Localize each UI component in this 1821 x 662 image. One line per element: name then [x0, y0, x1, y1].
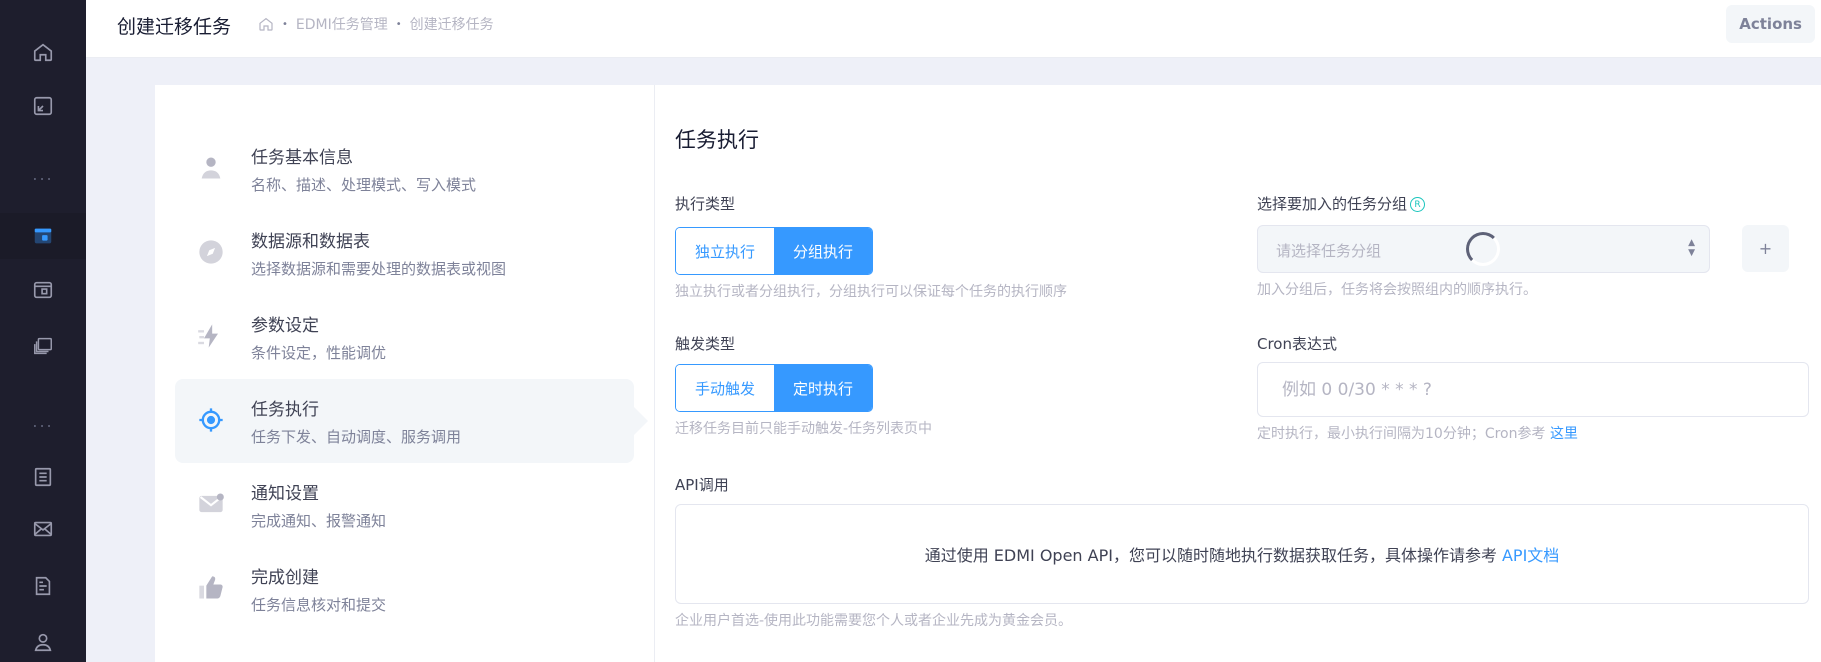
- step-title: 通知设置: [251, 484, 319, 504]
- add-group-button[interactable]: +: [1742, 225, 1789, 272]
- step-task-execution[interactable]: 任务执行 任务下发、自动调度、服务调用: [175, 379, 648, 463]
- breadcrumb-item-create-task: 创建迁移任务: [409, 17, 494, 33]
- rail-separator-dots: ...: [32, 412, 54, 431]
- trigger-manual-button[interactable]: 手动触发: [676, 365, 774, 411]
- trigger-scheduled-button[interactable]: 定时执行: [774, 365, 872, 411]
- step-description: 条件设定，性能调优: [251, 344, 387, 362]
- api-description: 通过使用 EDMI Open API，您可以随时随地执行数据获取任务，具体操作请…: [924, 546, 1497, 565]
- layers-icon[interactable]: [0, 323, 86, 369]
- exec-type-label: 执行类型: [675, 195, 736, 213]
- trigger-type-toggle: 手动触发 定时执行: [675, 364, 873, 412]
- api-info-box: 通过使用 EDMI Open API，您可以随时随地执行数据获取任务，具体操作请…: [675, 504, 1809, 604]
- step-parameters[interactable]: 参数设定 条件设定，性能调优: [175, 295, 634, 379]
- rail-separator-dots: ...: [32, 165, 54, 184]
- home-icon[interactable]: [0, 29, 86, 75]
- layout-icon[interactable]: [0, 267, 86, 313]
- thumbs-up-icon: [196, 573, 226, 603]
- group-hint: 加入分组后，任务将会按照组内的顺序执行。: [1257, 282, 1537, 298]
- icon-rail: ... ...: [0, 0, 86, 662]
- info-icon[interactable]: R: [1410, 197, 1426, 212]
- step-complete[interactable]: 完成创建 任务信息核对和提交: [175, 547, 634, 631]
- exec-group-button[interactable]: 分组执行: [774, 228, 872, 274]
- group-label-text: 选择要加入的任务分组: [1257, 195, 1408, 213]
- wizard-steps: 任务基本信息 名称、描述、处理模式、写入模式 数据源和数据表 选择数据源和需要处…: [175, 127, 648, 631]
- cron-reference-link[interactable]: 这里: [1550, 426, 1578, 442]
- layout-icon[interactable]: [0, 213, 86, 259]
- group-select-placeholder: 请选择任务分组: [1276, 242, 1382, 260]
- cron-hint-text: 定时执行，最小执行间隔为10分钟；Cron参考: [1257, 426, 1546, 442]
- exec-type-toggle: 独立执行 分组执行: [675, 227, 873, 275]
- list-icon[interactable]: [0, 454, 86, 500]
- compass-icon: [196, 237, 226, 267]
- frame-icon[interactable]: [0, 83, 86, 129]
- select-arrows-icon: ▲ ▼: [1688, 238, 1695, 258]
- breadcrumb: • EDMI任务管理 • 创建迁移任务: [258, 14, 494, 34]
- group-label: 选择要加入的任务分组 R: [1257, 193, 1426, 214]
- file-icon[interactable]: [0, 563, 86, 609]
- loading-spinner-icon: [1466, 232, 1500, 266]
- step-description: 任务下发、自动调度、服务调用: [251, 428, 462, 446]
- breadcrumb-separator: •: [282, 18, 288, 30]
- vertical-divider: [654, 85, 655, 662]
- api-docs-link[interactable]: API文档: [1502, 542, 1559, 566]
- trigger-type-hint: 迁移任务目前只能手动触发-任务列表页中: [675, 421, 933, 437]
- step-title: 任务执行: [251, 400, 319, 420]
- cron-hint: 定时执行，最小执行间隔为10分钟；Cron参考 这里: [1257, 423, 1578, 443]
- step-title: 任务基本信息: [251, 148, 353, 168]
- cron-input[interactable]: [1257, 362, 1809, 417]
- step-datasource[interactable]: 数据源和数据表 选择数据源和需要处理的数据表或视图: [175, 211, 634, 295]
- exec-independent-button[interactable]: 独立执行: [676, 228, 774, 274]
- step-description: 完成通知、报警通知: [251, 512, 387, 530]
- step-description: 名称、描述、处理模式、写入模式: [251, 176, 477, 194]
- step-description: 任务信息核对和提交: [251, 596, 387, 614]
- user-icon: [196, 153, 226, 183]
- step-title: 完成创建: [251, 568, 319, 588]
- breadcrumb-separator: •: [395, 18, 402, 30]
- thunder-icon: [196, 321, 226, 351]
- step-notifications[interactable]: 通知设置 完成通知、报警通知: [175, 463, 634, 547]
- step-description: 选择数据源和需要处理的数据表或视图: [251, 260, 507, 278]
- user-icon[interactable]: [0, 619, 86, 662]
- mail-icon[interactable]: [0, 506, 86, 552]
- step-title: 数据源和数据表: [251, 232, 370, 252]
- cron-label: Cron表达式: [1257, 335, 1337, 353]
- top-header: 创建迁移任务 • EDMI任务管理 • 创建迁移任务 Actions: [86, 0, 1821, 58]
- target-icon: [196, 405, 226, 435]
- page-title: 创建迁移任务: [117, 16, 232, 38]
- trigger-type-label: 触发类型: [675, 335, 736, 353]
- api-hint: 企业用户首选-使用此功能需要您个人或者企业先成为黄金会员。: [675, 613, 1073, 629]
- step-basic-info[interactable]: 任务基本信息 名称、描述、处理模式、写入模式: [175, 127, 634, 211]
- exec-type-hint: 独立执行或者分组执行，分组执行可以保证每个任务的执行顺序: [675, 284, 1067, 300]
- step-title: 参数设定: [251, 316, 319, 336]
- actions-button[interactable]: Actions: [1726, 5, 1815, 43]
- home-icon[interactable]: [258, 16, 274, 32]
- mail-icon: [196, 489, 226, 519]
- section-title: 任务执行: [675, 128, 759, 152]
- api-label: API调用: [675, 476, 729, 494]
- breadcrumb-item-task-management[interactable]: EDMI任务管理: [296, 14, 388, 34]
